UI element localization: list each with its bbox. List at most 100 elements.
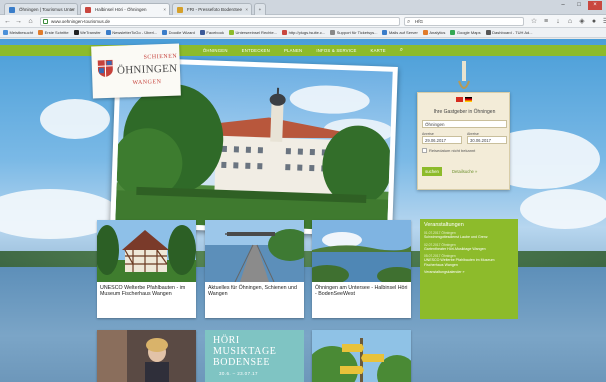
- german-flag-icon[interactable]: [465, 97, 472, 102]
- nav-item-oehningen[interactable]: ÖHNINGEN: [203, 45, 228, 56]
- departure-date-input[interactable]: 30.06.2017: [467, 136, 507, 144]
- bookmark-item[interactable]: Dashboard - TUH Ad...: [485, 28, 533, 37]
- event-text: Gartentheater Höri-Musiktage Wangen: [424, 246, 486, 251]
- bookmark-favicon-icon: [282, 30, 288, 35]
- tab-title: Halbinsel Höri - Öhningen: [95, 7, 147, 12]
- menu-icon[interactable]: ☰: [602, 17, 606, 26]
- events-title: Veranstaltungen: [424, 222, 464, 228]
- teaser-card-aktuelles[interactable]: Aktuelles für Öhningen, Schienen und Wan…: [205, 220, 304, 318]
- bookmark-favicon-icon: [105, 30, 111, 35]
- bookmark-label: Meistbesucht: [9, 29, 34, 35]
- teaser-card-halbinsel[interactable]: Öhningen am Untersee - Halbinsel Höri - …: [312, 220, 411, 318]
- bookmark-item[interactable]: Erste Schritte: [38, 28, 69, 37]
- logo-text-wangen: WANGEN: [132, 79, 162, 87]
- browser-tab-active[interactable]: Halbinsel Höri - Öhningen ×: [80, 3, 170, 15]
- nav-item-infos-service[interactable]: INFOS & SERVICE: [316, 45, 356, 56]
- tab-title: Öhningen | Tourismus Unter: [19, 7, 75, 12]
- back-icon[interactable]: ←: [3, 17, 12, 26]
- bookmark-favicon-icon: [199, 30, 205, 35]
- bookmark-item[interactable]: Mails auf Server: [382, 28, 418, 37]
- teaser-card-pfahlbauten[interactable]: UNESCO Welterbe Pfahlbauten - im Museum …: [97, 220, 196, 318]
- half-timbered-house-image: [97, 220, 196, 282]
- cloud-decoration: [40, 99, 110, 139]
- bookmark-item[interactable]: Analytics: [422, 28, 446, 37]
- musiktage-dates: 30.6. – 23.07.17: [219, 371, 258, 376]
- nav-item-planen[interactable]: PLANEN: [284, 45, 302, 56]
- event-item[interactable]: 01.07.2017 Öhningen Schwimmgottesdienst …: [424, 231, 514, 240]
- bookmark-item[interactable]: NewsletterToGo - Überl...: [105, 28, 158, 37]
- browser-tab[interactable]: FRI - Pressefoto BodenSee ×: [172, 3, 252, 15]
- bookmark-favicon-icon: [73, 30, 79, 35]
- search-value: HfG: [415, 19, 424, 24]
- bookmark-favicon-icon: [330, 30, 336, 35]
- pier-image: [205, 220, 304, 282]
- bookmark-favicon-icon: [3, 30, 8, 35]
- hanger-decoration: [458, 61, 470, 89]
- shield-icon[interactable]: ◈: [578, 17, 586, 26]
- close-tab-icon[interactable]: ×: [245, 4, 248, 15]
- star-icon[interactable]: ☆: [530, 17, 538, 26]
- detail-search-link[interactable]: Detailsuche »: [452, 169, 477, 174]
- bookmark-label: NewsletterToGo - Überl...: [112, 29, 158, 35]
- web-page: ÖHNINGEN ENTDECKEN PLANEN INFOS & SERVIC…: [0, 39, 606, 382]
- browser-search-input[interactable]: ⌕ HfG: [404, 17, 524, 26]
- home-icon[interactable]: ⌂: [26, 17, 35, 26]
- reading-list-icon[interactable]: ≡: [542, 17, 550, 26]
- arrival-date-input[interactable]: 29.06.2017: [422, 136, 462, 144]
- logo-text-oehningen: ÖHNINGEN: [116, 62, 178, 77]
- place-input[interactable]: Öhningen: [422, 120, 507, 128]
- url-bar[interactable]: www.oehningen-tourismus.de: [40, 17, 400, 26]
- bookmark-item[interactable]: WeTransfer: [73, 28, 101, 37]
- bookmark-favicon-icon: [485, 30, 491, 35]
- minimize-icon[interactable]: –: [556, 1, 570, 10]
- url-text: www.oehningen-tourismus.de: [51, 19, 111, 24]
- event-item[interactable]: 02.07.2017 Öhningen Gartentheater Höri-M…: [424, 243, 514, 252]
- close-tab-icon[interactable]: ×: [71, 4, 74, 15]
- host-search-button[interactable]: suchen: [422, 167, 442, 176]
- sync-icon[interactable]: ●: [590, 17, 598, 26]
- bookmark-item[interactable]: Doodle Wizard: [162, 28, 195, 37]
- favicon-icon: [177, 7, 183, 13]
- lake-landscape-image: [312, 220, 411, 282]
- nav-item-entdecken[interactable]: ENTDECKEN: [242, 45, 270, 56]
- bookmark-item[interactable]: Meistbesucht: [3, 28, 33, 37]
- teaser-card-signpost[interactable]: [312, 330, 411, 382]
- date-unknown-checkbox[interactable]: [422, 148, 427, 153]
- nav-item-karte[interactable]: KARTE: [371, 45, 386, 56]
- bookmark-item[interactable]: http://plugs.tsuite.c...: [282, 28, 325, 37]
- site-search-icon[interactable]: ⌕: [400, 45, 403, 56]
- event-item[interactable]: 05.07.2017 Öhningen UNESCO Welterbe Pfah…: [424, 254, 514, 267]
- bookmark-label: Erste Schritte: [44, 29, 69, 35]
- swiss-flag-icon[interactable]: [456, 97, 463, 102]
- logo-text-schienen: SCHIENEN: [143, 53, 178, 61]
- favicon-icon: [85, 7, 91, 13]
- bookmark-label: http://plugs.tsuite.c...: [288, 29, 326, 35]
- bookmark-label: Analytics: [429, 29, 446, 35]
- bookmark-item[interactable]: Google Maps: [450, 28, 481, 37]
- bookmarks-bar: Meistbesucht Erste Schritte WeTransfer News…: [0, 28, 606, 38]
- forward-icon[interactable]: →: [14, 17, 23, 26]
- bookmark-item[interactable]: Support für Ticketsys...: [330, 28, 377, 37]
- bookmark-label: Unterseeinsel Rechte...: [235, 29, 278, 35]
- new-tab-button[interactable]: +: [254, 3, 266, 15]
- close-tab-icon[interactable]: ×: [163, 4, 166, 15]
- home-toolbar-icon[interactable]: ⌂: [566, 17, 574, 26]
- bookmark-favicon-icon: [162, 30, 168, 35]
- tab-title: FRI - Pressefoto BodenSee: [187, 7, 243, 12]
- teaser-card-people[interactable]: [97, 330, 196, 382]
- bookmark-item[interactable]: Unterseeinsel Rechte...: [228, 28, 278, 37]
- download-icon[interactable]: ↓: [554, 17, 562, 26]
- bookmark-label: Google Maps: [456, 29, 481, 35]
- browser-tab[interactable]: Öhningen | Tourismus Unter ×: [4, 3, 78, 15]
- maximize-icon[interactable]: □: [572, 1, 586, 10]
- bookmark-item[interactable]: Facebook: [199, 28, 224, 37]
- card-caption: Aktuelles für Öhningen, Schienen und Wan…: [208, 285, 297, 298]
- bookmark-favicon-icon: [228, 30, 234, 35]
- cloud-decoration: [520, 189, 606, 229]
- date-unknown-label: Reisedatum nicht bekannt: [429, 148, 476, 153]
- close-window-icon[interactable]: ×: [588, 1, 602, 10]
- events-calendar-link[interactable]: Veranstaltungskalender »: [424, 270, 514, 274]
- bookmark-label: WeTransfer: [80, 29, 101, 35]
- site-logo[interactable]: SCHIENEN ÖHNINGEN WANGEN: [91, 43, 181, 99]
- teaser-card-musiktage[interactable]: HÖRI MUSIKTAGE BODENSEE 30.6. – 23.07.17: [205, 330, 304, 382]
